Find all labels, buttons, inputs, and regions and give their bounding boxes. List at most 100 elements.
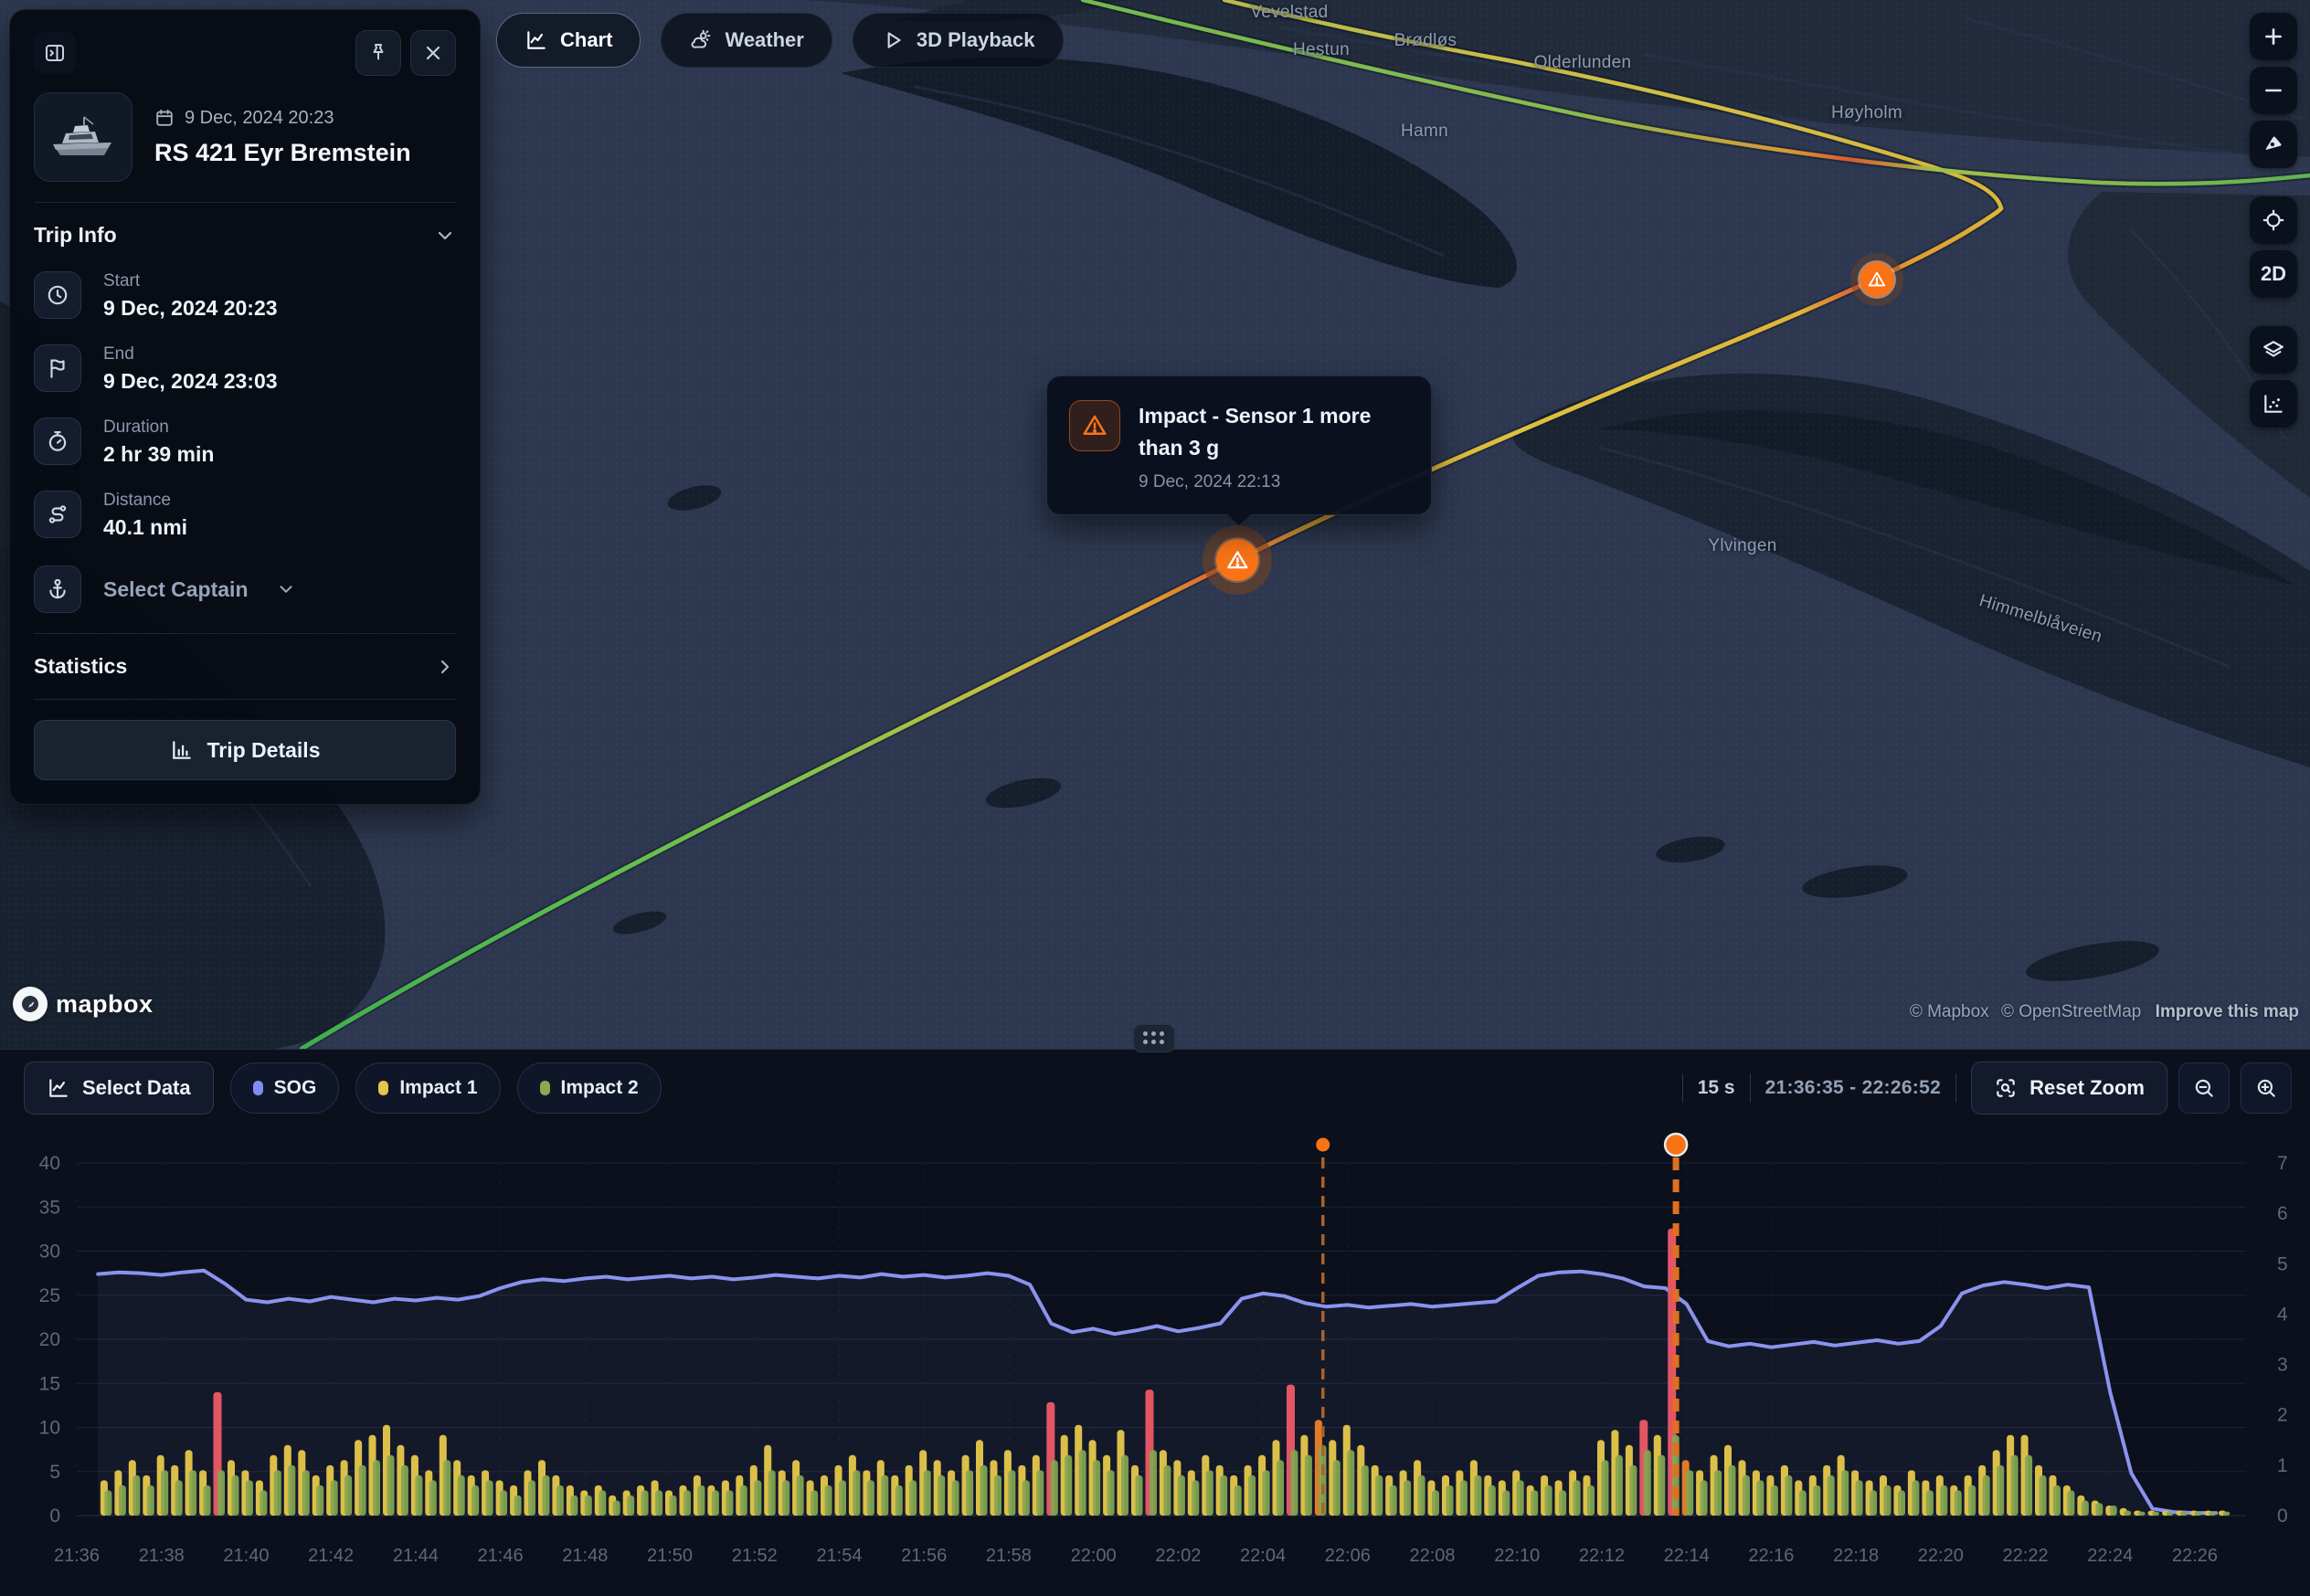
impact2-bar[interactable]	[1107, 1470, 1115, 1516]
impact2-bar[interactable]	[1884, 1485, 1891, 1516]
impact2-bar[interactable]	[1446, 1485, 1454, 1516]
impact2-bar[interactable]	[839, 1480, 846, 1516]
impact2-bar[interactable]	[782, 1480, 789, 1516]
impact2-bar[interactable]	[1362, 1465, 1369, 1516]
telemetry-chart[interactable]: 05101520253035400123456721:3621:3821:402…	[0, 1050, 2310, 1596]
map-attribution[interactable]: © Mapbox © OpenStreetMap Improve this ma…	[1902, 1002, 2299, 1022]
impact2-bar[interactable]	[1686, 1470, 1693, 1516]
impact2-bar[interactable]	[260, 1490, 267, 1516]
impact2-bar[interactable]	[2025, 1455, 2032, 1516]
collapse-panel-icon[interactable]	[34, 32, 76, 74]
impact2-bar[interactable]	[613, 1501, 620, 1517]
toggle-2d-button[interactable]: 2D	[2250, 250, 2297, 298]
impact2-bar[interactable]	[980, 1465, 988, 1516]
impact2-bar[interactable]	[2082, 1501, 2089, 1517]
impact2-bar[interactable]	[1460, 1480, 1468, 1516]
impact2-bar[interactable]	[1079, 1450, 1086, 1516]
select-data-button[interactable]: Select Data	[24, 1062, 214, 1115]
impact2-bar[interactable]	[1828, 1475, 1835, 1516]
mapbox-logo[interactable]: mapbox	[13, 987, 154, 1021]
impact2-bar[interactable]	[1489, 1485, 1496, 1516]
impact2-bar[interactable]	[2209, 1512, 2216, 1516]
impact2-bar[interactable]	[359, 1465, 366, 1516]
tab-3d-playback[interactable]: 3D Playback	[853, 13, 1064, 68]
impact2-bar[interactable]	[344, 1475, 352, 1516]
impact2-bar[interactable]	[387, 1455, 395, 1516]
zoom-out-map-button[interactable]	[2250, 67, 2297, 114]
impact2-bar[interactable]	[853, 1470, 860, 1516]
impact2-bar[interactable]	[1743, 1475, 1750, 1516]
attrib-mapbox[interactable]: © Mapbox	[1910, 1002, 1989, 1021]
scatter-plot-button[interactable]	[2250, 380, 2297, 428]
impact2-bar[interactable]	[1629, 1465, 1637, 1516]
impact2-bar[interactable]	[740, 1485, 747, 1516]
impact2-bar[interactable]	[175, 1480, 183, 1516]
impact2-bar[interactable]	[1912, 1480, 1919, 1516]
impact-event-dot[interactable]	[1316, 1138, 1330, 1152]
impact2-bar[interactable]	[585, 1496, 592, 1516]
zoom-in-map-button[interactable]	[2250, 13, 2297, 60]
impact2-bar[interactable]	[1517, 1480, 1524, 1516]
select-captain-dropdown[interactable]: Select Captain	[34, 565, 456, 613]
impact2-bar[interactable]	[811, 1490, 818, 1516]
impact2-bar[interactable]	[697, 1485, 705, 1516]
impact2-bar[interactable]	[274, 1470, 281, 1516]
impact2-bar[interactable]	[288, 1465, 295, 1516]
impact2-bar[interactable]	[570, 1496, 578, 1516]
impact2-bar[interactable]	[443, 1460, 450, 1516]
impact2-bar[interactable]	[1955, 1490, 1962, 1516]
impact2-bar[interactable]	[1983, 1475, 1990, 1516]
impact2-bar[interactable]	[119, 1485, 126, 1516]
impact2-bar[interactable]	[401, 1465, 408, 1516]
impact2-bar[interactable]	[712, 1490, 719, 1516]
impact2-bar[interactable]	[1701, 1480, 1708, 1516]
impact2-bar[interactable]	[1602, 1460, 1609, 1516]
impact2-bar[interactable]	[1574, 1480, 1581, 1516]
impact2-bar[interactable]	[1347, 1450, 1354, 1516]
impact2-bar[interactable]	[1008, 1470, 1015, 1516]
attrib-improve-link[interactable]: Improve this map	[2156, 1002, 2299, 1021]
impact2-bar[interactable]	[1841, 1470, 1849, 1516]
impact2-bar[interactable]	[1333, 1460, 1340, 1516]
impact2-bar[interactable]	[1375, 1475, 1383, 1516]
impact2-bar[interactable]	[217, 1470, 225, 1516]
compass-icon[interactable]	[2250, 121, 2297, 168]
impact2-bar[interactable]	[2124, 1511, 2131, 1517]
impact2-bar[interactable]	[1729, 1465, 1736, 1516]
impact2-bar[interactable]	[486, 1480, 493, 1516]
reset-zoom-button[interactable]: Reset Zoom	[1971, 1062, 2167, 1115]
impact2-bar[interactable]	[1926, 1490, 1934, 1516]
tab-weather[interactable]: Weather	[661, 13, 832, 68]
impact2-bar[interactable]	[104, 1490, 111, 1516]
impact2-bar[interactable]	[1248, 1475, 1256, 1516]
impact2-bar[interactable]	[627, 1496, 634, 1516]
impact2-bar[interactable]	[514, 1496, 522, 1516]
impact2-bar[interactable]	[2040, 1475, 2047, 1516]
impact2-bar[interactable]	[952, 1480, 959, 1516]
impact2-bar[interactable]	[161, 1470, 168, 1516]
impact2-bar[interactable]	[331, 1480, 338, 1516]
impact2-bar[interactable]	[1559, 1490, 1566, 1516]
impact2-bar[interactable]	[1658, 1455, 1665, 1516]
impact2-bar[interactable]	[1234, 1485, 1242, 1516]
impact2-bar[interactable]	[1997, 1465, 2004, 1516]
impact2-bar[interactable]	[1036, 1470, 1044, 1516]
impact2-bar[interactable]	[599, 1490, 606, 1516]
impact2-bar[interactable]	[924, 1470, 931, 1516]
impact2-bar[interactable]	[1771, 1485, 1778, 1516]
impact2-bar[interactable]	[1870, 1490, 1877, 1516]
impact2-bar[interactable]	[670, 1496, 677, 1516]
impact2-bar[interactable]	[966, 1470, 973, 1516]
impact2-bar[interactable]	[500, 1490, 507, 1516]
impact2-bar[interactable]	[1587, 1485, 1595, 1516]
impact2-bar[interactable]	[1136, 1475, 1143, 1516]
impact2-bar[interactable]	[147, 1485, 154, 1516]
impact2-bar[interactable]	[543, 1475, 550, 1516]
impact2-bar[interactable]	[1756, 1480, 1764, 1516]
locate-button[interactable]	[2250, 196, 2297, 244]
legend-pill-sog[interactable]: SOG	[230, 1062, 340, 1114]
impact2-bar[interactable]	[556, 1485, 564, 1516]
impact2-bar[interactable]	[1968, 1485, 1976, 1516]
impact2-bar[interactable]	[373, 1460, 380, 1516]
impact2-bar[interactable]	[302, 1470, 310, 1516]
